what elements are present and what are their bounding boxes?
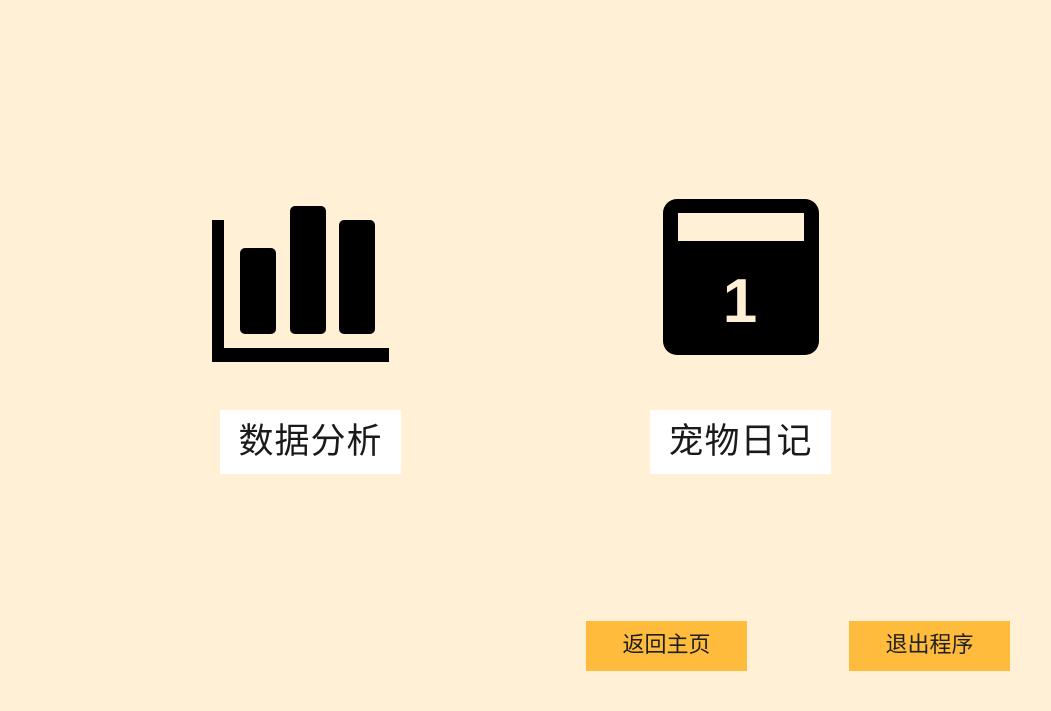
calendar-icon[interactable]: 1 [662, 198, 820, 356]
home-button[interactable]: 返回主页 [586, 621, 747, 671]
exit-button[interactable]: 退出程序 [849, 621, 1010, 671]
calendar-day-number: 1 [723, 267, 757, 336]
bar-chart-icon[interactable] [210, 204, 392, 364]
data-analysis-label[interactable]: 数据分析 [220, 410, 401, 474]
pet-diary-label[interactable]: 宠物日记 [650, 410, 831, 474]
